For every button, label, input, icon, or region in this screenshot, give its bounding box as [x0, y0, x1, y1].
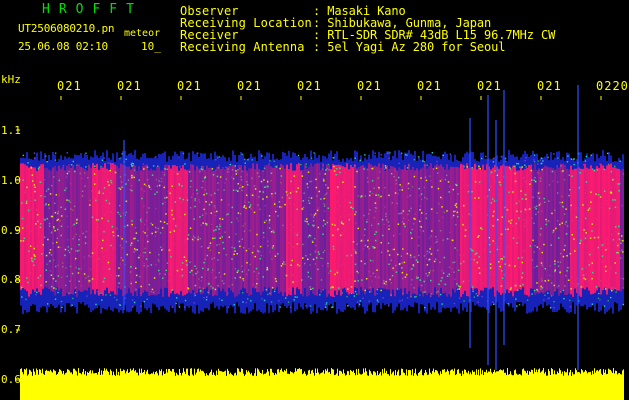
app-title: HROFFT [42, 2, 143, 17]
capture-interval: 10_ [141, 40, 161, 53]
meteor-echo-band [20, 163, 624, 297]
x-tick-label: 021 [177, 80, 202, 92]
power-bar-base [20, 378, 624, 400]
y-tick-label: 1.1 [1, 124, 21, 137]
x-tick-label: 021 [357, 80, 382, 92]
y-axis-unit: kHz [1, 73, 21, 86]
spectrogram-plot [0, 0, 629, 400]
file-name: UT2506080210.pn [18, 22, 115, 35]
x-tick-label: 021 [537, 80, 562, 92]
y-tick-label: 0.7 [1, 323, 21, 336]
x-tick-label: 0220 [596, 80, 628, 92]
capture-datetime: 25.06.08 02:10 [18, 40, 108, 53]
x-tick-label: 021 [117, 80, 142, 92]
y-tick-label: 0.9 [1, 224, 21, 237]
x-tick-label: 021 [237, 80, 262, 92]
y-tick-label: 0.8 [1, 273, 21, 286]
x-tick-label: 021 [297, 80, 322, 92]
mode-label: meteor [124, 28, 161, 39]
y-tick-label: 1.0 [1, 174, 21, 187]
x-tick-label: 021 [477, 80, 502, 92]
antenna-value: : 5el Yagi Az 280 for Seoul [313, 40, 506, 54]
x-tick-label: 021 [57, 80, 82, 92]
x-tick-label: 021 [417, 80, 442, 92]
antenna-key: Receiving Antenna [180, 40, 305, 54]
y-tick-label: 0.6 [1, 373, 21, 386]
